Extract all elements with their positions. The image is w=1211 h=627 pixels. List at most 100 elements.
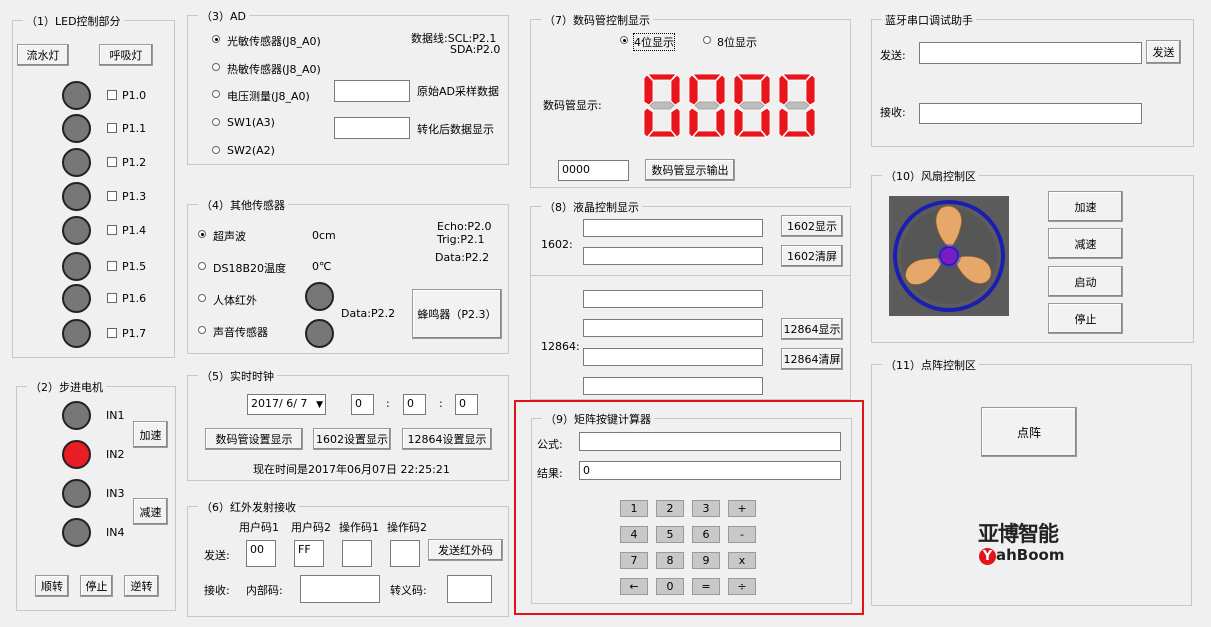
bt-send-field[interactable]: [919, 42, 1142, 64]
rtc-seg-set-button[interactable]: 数码管设置显示: [205, 428, 303, 450]
calc-result-field[interactable]: 0: [579, 461, 841, 480]
lcd-12864-line4[interactable]: [583, 377, 763, 395]
calc-key[interactable]: =: [692, 578, 720, 595]
ad-source-radio[interactable]: [212, 63, 220, 71]
stepper-decel-button[interactable]: 减速: [133, 498, 168, 525]
fan-decel-button[interactable]: 减速: [1048, 228, 1123, 259]
sensor-radio[interactable]: [198, 262, 206, 270]
calc-key[interactable]: x: [728, 552, 756, 569]
ad-bus-line2: SDA:P2.0: [450, 43, 501, 56]
stepper-cw-button[interactable]: 顺转: [35, 575, 69, 597]
calc-key[interactable]: 8: [656, 552, 684, 569]
seg-input-field[interactable]: 0000: [558, 160, 629, 181]
ir-inner-field[interactable]: [300, 575, 380, 603]
fan-accel-button[interactable]: 加速: [1048, 191, 1123, 222]
ad-source-label[interactable]: SW2(A2): [227, 144, 275, 157]
calc-key[interactable]: 9: [692, 552, 720, 569]
stepper-ccw-button[interactable]: 逆转: [124, 575, 159, 597]
calc-key[interactable]: +: [728, 500, 756, 517]
sensor-label[interactable]: 声音传感器: [213, 324, 268, 340]
calc-key[interactable]: 7: [620, 552, 648, 569]
seg-4digit-label[interactable]: 4位显示: [633, 33, 675, 51]
calc-key[interactable]: 6: [692, 526, 720, 543]
bt-send-button[interactable]: 发送: [1146, 40, 1181, 64]
sensor-radio[interactable]: [198, 230, 206, 238]
ad-source-label[interactable]: SW1(A3): [227, 116, 275, 129]
seg-output-button[interactable]: 数码管显示输出: [645, 159, 735, 181]
seg-segment-d: [647, 130, 677, 138]
led-checkbox[interactable]: [107, 225, 117, 235]
ad-source-radio[interactable]: [212, 118, 220, 126]
rtc-12864-set-button[interactable]: 12864设置显示: [402, 428, 492, 450]
chevron-down-icon[interactable]: ▼: [316, 398, 323, 412]
calc-key[interactable]: 5: [656, 526, 684, 543]
calc-key[interactable]: 1: [620, 500, 648, 517]
lcd-1602-clear-button[interactable]: 1602清屏: [781, 245, 843, 267]
ad-conv-label: 转化后数据显示: [417, 123, 494, 136]
flow-light-button[interactable]: 流水灯: [17, 44, 69, 66]
ir-user1-field[interactable]: 00: [246, 540, 276, 567]
calc-key[interactable]: 0: [656, 578, 684, 595]
stepper-phase-label: IN2: [106, 448, 125, 461]
ad-source-radio[interactable]: [212, 35, 220, 43]
seg-4digit-radio[interactable]: [620, 36, 628, 44]
lcd-1602-line1[interactable]: [583, 219, 763, 237]
breath-light-button[interactable]: 呼吸灯: [99, 44, 153, 66]
ad-source-label[interactable]: 热敏传感器(J8_A0): [227, 61, 321, 77]
calc-key[interactable]: 2: [656, 500, 684, 517]
rtc-1602-set-button[interactable]: 1602设置显示: [313, 428, 391, 450]
lcd-1602-line2[interactable]: [583, 247, 763, 265]
ad-conv-field[interactable]: [334, 117, 410, 139]
fan-start-button[interactable]: 启动: [1048, 266, 1123, 297]
stepper-stop-button[interactable]: 停止: [80, 575, 113, 597]
ir-send-button[interactable]: 发送红外码: [428, 539, 503, 561]
led-checkbox[interactable]: [107, 123, 117, 133]
second-field[interactable]: 0: [455, 394, 478, 415]
calc-formula-field[interactable]: [579, 432, 841, 451]
hour-field[interactable]: 0: [351, 394, 374, 415]
seg-display-label: 数码管显示:: [543, 99, 602, 112]
ir-op2-field[interactable]: [390, 540, 420, 567]
led-checkbox[interactable]: [107, 328, 117, 338]
lcd-12864-clear-button[interactable]: 12864清屏: [781, 348, 843, 370]
ir-user2-field[interactable]: FF: [294, 540, 324, 567]
stepper-accel-button[interactable]: 加速: [133, 421, 168, 448]
seg-8digit-radio[interactable]: [703, 36, 711, 44]
ir-op1-field[interactable]: [342, 540, 372, 567]
calc-key[interactable]: -: [728, 526, 756, 543]
lcd-12864-line3[interactable]: [583, 348, 763, 366]
led-checkbox[interactable]: [107, 293, 117, 303]
seg-8digit-label[interactable]: 8位显示: [717, 34, 757, 50]
ad-source-radio[interactable]: [212, 146, 220, 154]
calc-key[interactable]: 4: [620, 526, 648, 543]
led-checkbox[interactable]: [107, 191, 117, 201]
calc-key[interactable]: 3: [692, 500, 720, 517]
buzzer-button[interactable]: 蜂鸣器（P2.3）: [412, 289, 502, 339]
minute-field[interactable]: 0: [403, 394, 426, 415]
ad-raw-field[interactable]: [334, 80, 410, 102]
calc-key[interactable]: ÷: [728, 578, 756, 595]
ad-source-radio[interactable]: [212, 90, 220, 98]
lcd-12864-line2[interactable]: [583, 319, 763, 337]
dot-matrix-button[interactable]: 点阵: [981, 407, 1077, 457]
seg-segment-f: [778, 74, 789, 106]
date-picker[interactable]: 2017/ 6/ 7 ▼: [247, 394, 326, 415]
fan-stop-button[interactable]: 停止: [1048, 303, 1123, 334]
sensor-label[interactable]: 超声波: [213, 228, 246, 244]
sensor-radio[interactable]: [198, 294, 206, 302]
lcd-12864-show-button[interactable]: 12864显示: [781, 318, 843, 340]
sensor-label[interactable]: DS18B20温度: [213, 260, 286, 276]
calc-key[interactable]: ←: [620, 578, 648, 595]
sensor-radio[interactable]: [198, 326, 206, 334]
led-checkbox[interactable]: [107, 261, 117, 271]
ad-source-label[interactable]: 光敏传感器(J8_A0): [227, 33, 321, 49]
led-checkbox[interactable]: [107, 157, 117, 167]
sensor-label[interactable]: 人体红外: [213, 292, 257, 308]
ir-trans-field[interactable]: [447, 575, 492, 603]
lcd-12864-line1[interactable]: [583, 290, 763, 308]
lcd-1602-show-button[interactable]: 1602显示: [781, 215, 843, 237]
calc-result-label: 结果:: [537, 467, 563, 480]
ad-source-label[interactable]: 电压测量(J8_A0): [227, 88, 310, 104]
led-checkbox[interactable]: [107, 90, 117, 100]
bt-recv-field[interactable]: [919, 103, 1142, 124]
